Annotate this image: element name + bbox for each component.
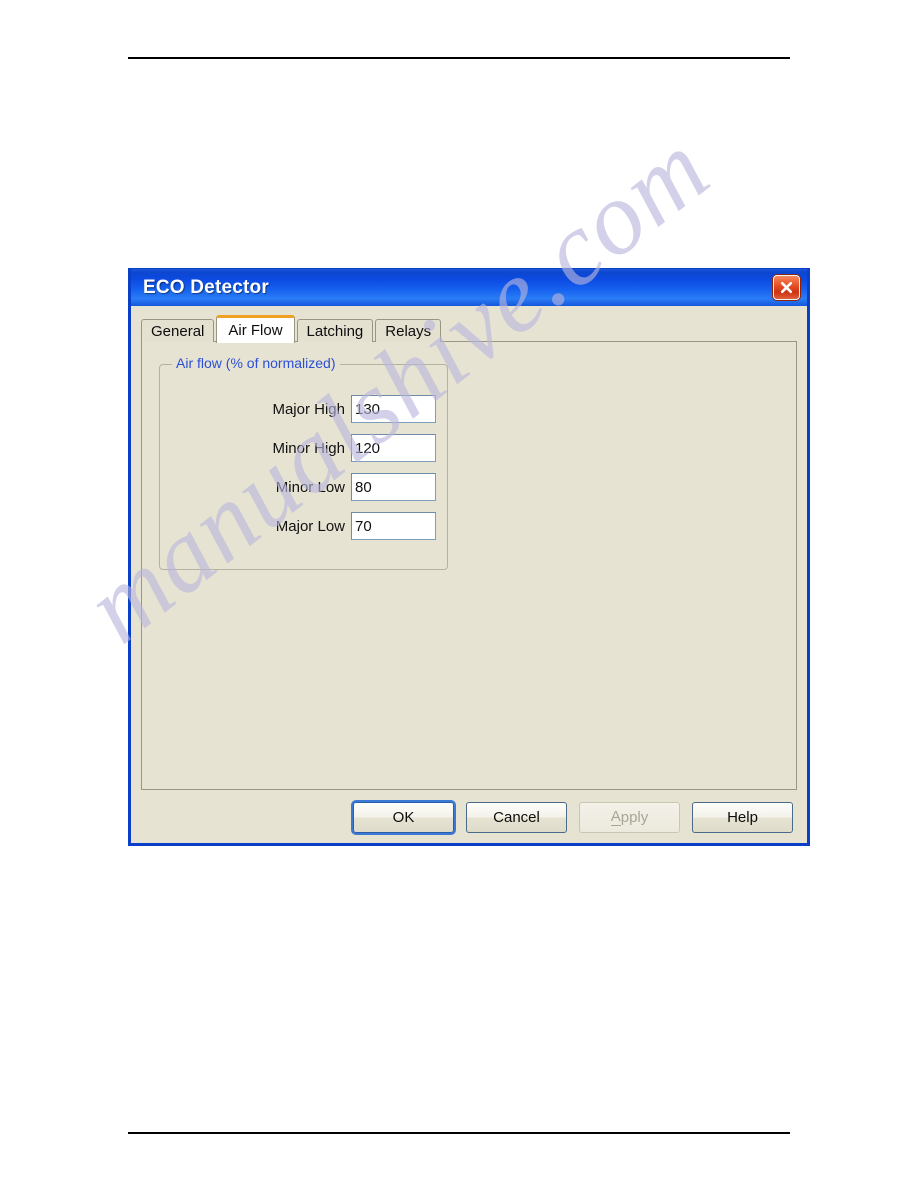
tab-page-air-flow: Air flow (% of normalized) Major High Mi… <box>141 341 797 790</box>
tab-air-flow[interactable]: Air Flow <box>216 315 295 343</box>
apply-button: Apply <box>579 801 680 833</box>
field-row-major-high: Major High <box>160 395 447 423</box>
apply-label-rest: pply <box>620 808 649 826</box>
minor-high-label: Minor High <box>272 439 345 457</box>
dialog-button-bar: OK Cancel Apply Help <box>131 791 807 843</box>
dialog-titlebar: ECO Detector <box>131 268 807 306</box>
tab-strip: General Air Flow Latching Relays <box>141 315 443 343</box>
field-row-major-low: Major Low <box>160 512 447 540</box>
air-flow-groupbox-legend: Air flow (% of normalized) <box>172 355 340 371</box>
page-header-rule <box>128 57 790 59</box>
ok-button[interactable]: OK <box>353 801 454 833</box>
page-footer-rule <box>128 1132 790 1134</box>
cancel-button[interactable]: Cancel <box>466 801 567 833</box>
air-flow-field-list: Major High Minor High Minor Low Major Lo… <box>160 395 447 551</box>
field-row-minor-low: Minor Low <box>160 473 447 501</box>
minor-high-input[interactable] <box>351 434 436 462</box>
major-low-input[interactable] <box>351 512 436 540</box>
tab-latching[interactable]: Latching <box>296 319 374 342</box>
eco-detector-dialog: ECO Detector General Air Flow Latching R… <box>128 268 810 846</box>
major-low-label: Major Low <box>275 517 345 535</box>
tab-relays[interactable]: Relays <box>375 319 442 342</box>
field-row-minor-high: Minor High <box>160 434 447 462</box>
minor-low-label: Minor Low <box>275 478 345 496</box>
help-button[interactable]: Help <box>692 801 793 833</box>
major-high-label: Major High <box>272 400 345 418</box>
tab-general[interactable]: General <box>141 319 215 342</box>
air-flow-groupbox: Air flow (% of normalized) Major High Mi… <box>159 355 448 570</box>
minor-low-input[interactable] <box>351 473 436 501</box>
major-high-input[interactable] <box>351 395 436 423</box>
apply-accelerator: A <box>610 808 621 826</box>
dialog-body: General Air Flow Latching Relays Air flo… <box>131 306 807 843</box>
close-icon[interactable] <box>773 275 800 300</box>
dialog-title: ECO Detector <box>143 276 269 298</box>
